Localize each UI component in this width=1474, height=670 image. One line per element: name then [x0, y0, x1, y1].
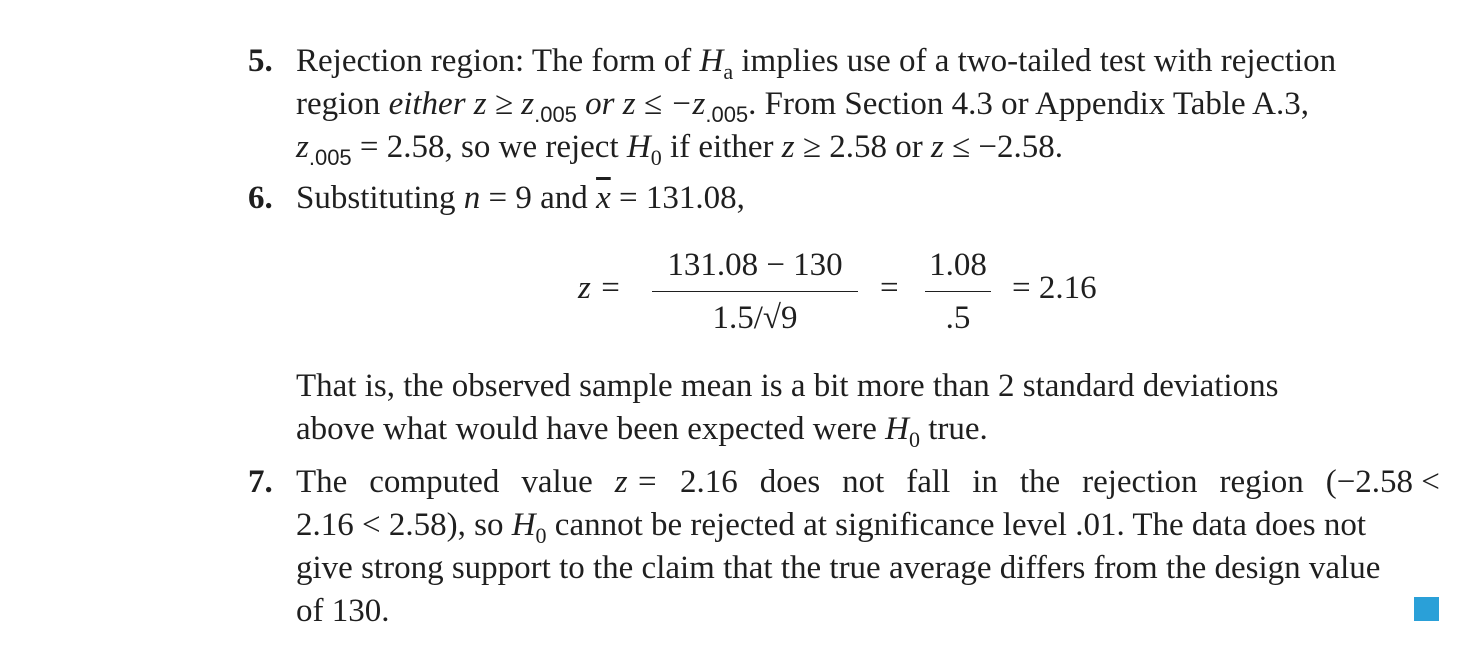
n-symbol: n: [463, 180, 481, 216]
z-equals: z =: [614, 464, 659, 500]
subscript: a: [723, 59, 734, 84]
step-7-line-3: give strong support to the claim that th…: [296, 550, 1381, 586]
text-span: true.: [928, 411, 988, 447]
equation-equals: =: [880, 270, 899, 306]
step-5-number: 5.: [248, 43, 273, 79]
step-7-line-1: The computed value z = 2.16 does not fal…: [296, 461, 1440, 503]
text-span: ≥ 2.58 or: [802, 129, 923, 165]
word: the: [1019, 464, 1061, 500]
text-span: ≤ −2.58.: [952, 129, 1064, 165]
text-span: implies use of a two-tailed test with re…: [741, 43, 1337, 79]
fraction-bar: [925, 291, 991, 292]
fraction-2: 1.08 .5: [925, 245, 991, 338]
paragraph-line-2: above what would have been expected were…: [296, 408, 1440, 452]
z-symbol: z: [930, 129, 944, 165]
end-of-example-marker: [1414, 597, 1439, 621]
fraction-1: 131.08 − 130 1.5/√9: [652, 245, 858, 338]
subscript: 0: [909, 427, 920, 452]
step-6-line-1: Substituting n = 9 and x = 131.08,: [296, 177, 1440, 219]
word: in: [972, 464, 998, 500]
fraction-1-denominator: 1.5/√9: [712, 300, 798, 336]
paragraph-line-1: That is, the observed sample mean is a b…: [296, 368, 1279, 404]
text-span: Substituting: [296, 180, 456, 216]
word: fall: [906, 464, 951, 500]
word: value: [521, 464, 593, 500]
text-span: above what would have been expected were: [296, 411, 877, 447]
step-5-line-2: region either z ≥ z.005 or z ≤ −z.005. F…: [296, 83, 1440, 127]
subscript: .005: [534, 102, 577, 127]
h-0-symbol: H: [885, 411, 909, 447]
step-5-line-1: Rejection region: The form of Ha implies…: [296, 40, 1440, 84]
subscript: .005: [308, 145, 352, 170]
subscript: 0: [650, 145, 662, 170]
h-0-symbol: H: [511, 507, 536, 543]
text-span: = 2.58, so we reject: [359, 129, 619, 165]
text-span: = 9 and: [488, 180, 588, 216]
word: does: [759, 464, 821, 500]
step-6-explanation: That is, the observed sample mean is a b…: [248, 365, 1440, 455]
step-5-text: Rejection region: The form of Ha implies…: [296, 40, 1440, 170]
text-span: . From Section 4.3 or Appendix Table A.3…: [748, 86, 1309, 122]
subscript: 0: [535, 523, 547, 548]
equation-lhs: z =: [578, 270, 622, 306]
z-symbol: z: [296, 129, 309, 165]
text-span: 2.16 < 2.58), so: [296, 507, 504, 543]
step-5: 5. Rejection region: The form of Ha impl…: [248, 40, 1440, 170]
word: 2.16: [680, 464, 738, 500]
text-span: cannot be rejected at significance level…: [554, 507, 1367, 543]
either-clause: either z ≥ z: [388, 86, 535, 122]
step-5-line-3: z.005 = 2.58, so we reject H0 if either …: [296, 126, 1440, 170]
word: (−2.58 <: [1325, 464, 1440, 500]
text-span: Rejection region: The form of: [296, 43, 692, 79]
word: rejection: [1082, 464, 1198, 500]
word: region: [1219, 464, 1304, 500]
equation-rhs: = 2.16: [1012, 270, 1097, 306]
x-bar-symbol: x: [596, 180, 611, 216]
h-a-symbol: H: [699, 43, 724, 79]
step-7-number: 7.: [248, 464, 273, 500]
paragraph: That is, the observed sample mean is a b…: [296, 365, 1440, 455]
text-span: = 131.08,: [618, 180, 745, 216]
or-clause: or z ≤ −z: [585, 86, 706, 122]
z-symbol: z: [781, 129, 795, 165]
word: The: [296, 464, 348, 500]
subscript: .005: [705, 102, 749, 127]
word: not: [842, 464, 885, 500]
fraction-1-numerator: 131.08 − 130: [667, 247, 843, 283]
fraction-bar: [652, 291, 858, 292]
text-span: if either: [669, 129, 774, 165]
step-7: 7. The computed value z = 2.16 does not …: [248, 461, 1440, 631]
step-6-number: 6.: [248, 180, 273, 216]
step-7-text: The computed value z = 2.16 does not fal…: [296, 461, 1440, 631]
h-0-symbol: H: [626, 129, 651, 165]
step-7-line-2: 2.16 < 2.58), so H0 cannot be rejected a…: [296, 504, 1440, 548]
fraction-2-numerator: 1.08: [929, 247, 987, 283]
word: computed: [369, 464, 500, 500]
fraction-2-denominator: .5: [945, 300, 971, 336]
step-7-line-4: of 130.: [296, 593, 390, 629]
text-span: region: [296, 86, 381, 122]
